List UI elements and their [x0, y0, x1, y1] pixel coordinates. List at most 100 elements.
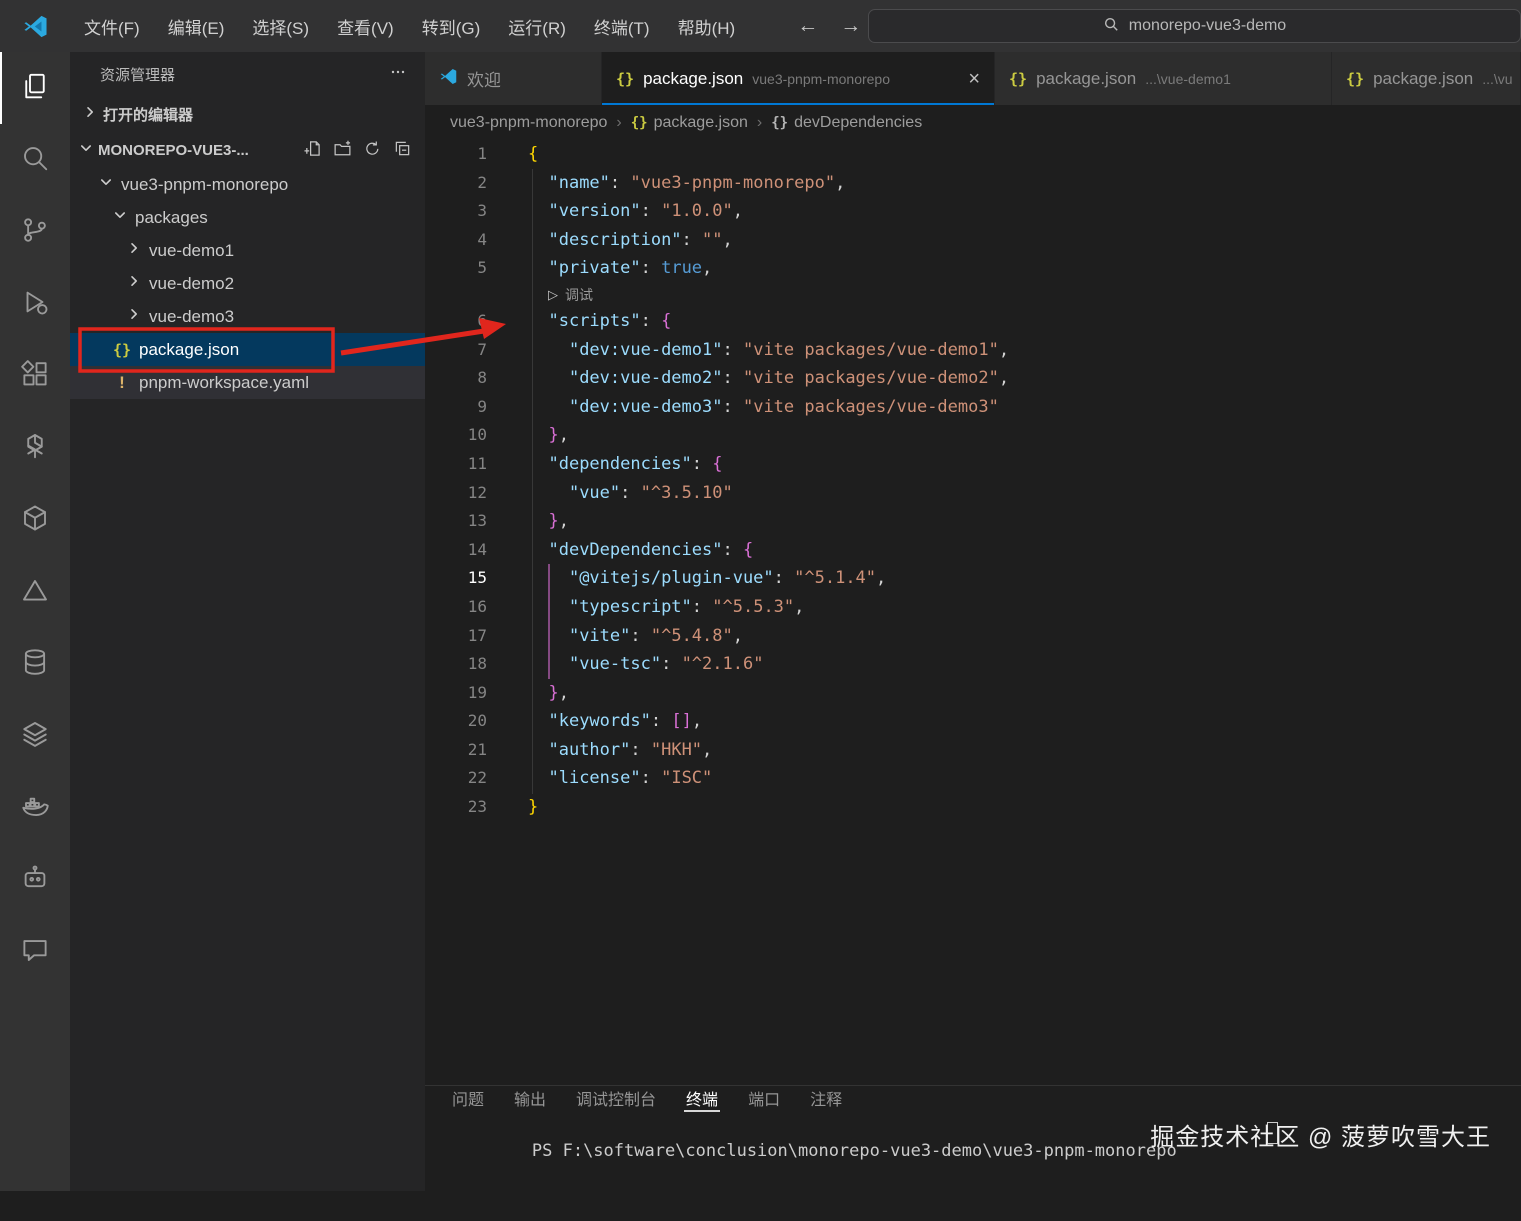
tab-package-json-vue-demo1[interactable]: {}package.json...\vue-demo1	[995, 52, 1332, 105]
forward-arrow-icon[interactable]: →	[840, 14, 861, 38]
panel-tab-ports[interactable]: 端口	[746, 1086, 782, 1112]
code-text: "vue-tsc": "^2.1.6"	[487, 650, 763, 679]
activity-package-tool[interactable]	[0, 484, 70, 556]
activity-source-control[interactable]	[0, 196, 70, 268]
code-line-1[interactable]: 1{	[425, 140, 1521, 169]
open-editors-section[interactable]: 打开的编辑器	[70, 96, 425, 132]
activity-docker[interactable]	[0, 772, 70, 844]
code-line-5[interactable]: 5 "private": true,	[425, 254, 1521, 283]
activity-ai-assistant[interactable]	[0, 844, 70, 916]
code-line-17[interactable]: 17 "vite": "^5.4.8",	[425, 622, 1521, 651]
refresh-icon[interactable]	[364, 140, 381, 161]
open-editors-label: 打开的编辑器	[103, 104, 193, 125]
tab-package-json-clipped[interactable]: {}package.json...\vu	[1332, 52, 1521, 105]
code-line-21[interactable]: 21 "author": "HKH",	[425, 736, 1521, 765]
code-line-20[interactable]: 20 "keywords": [],	[425, 707, 1521, 736]
breadcrumb-separator-icon: ›	[757, 114, 762, 132]
activity-database[interactable]	[0, 628, 70, 700]
code-line-7[interactable]: 7 "dev:vue-demo1": "vite packages/vue-de…	[425, 336, 1521, 365]
breadcrumb-separator-icon: ›	[616, 114, 621, 132]
activity-vercel[interactable]	[0, 556, 70, 628]
code-text: "devDependencies": {	[487, 536, 753, 565]
code-line-13[interactable]: 13 },	[425, 507, 1521, 536]
terminal[interactable]: PS F:\software\conclusion\monorepo-vue3-…	[425, 1112, 1521, 1221]
activity-layers[interactable]	[0, 700, 70, 772]
line-number: 14	[425, 536, 487, 565]
chevron-down-icon	[98, 174, 114, 195]
code-line-4[interactable]: 4 "description": "",	[425, 226, 1521, 255]
activity-explorer[interactable]	[0, 52, 70, 124]
code-line-19[interactable]: 19 },	[425, 679, 1521, 708]
code-editor[interactable]: 1{2 "name": "vue3-pnpm-monorepo",3 "vers…	[425, 140, 1521, 1085]
close-icon[interactable]: ×	[968, 69, 980, 89]
panel-tab-comments[interactable]: 注释	[808, 1086, 844, 1112]
activity-search[interactable]	[0, 124, 70, 196]
code-line-14[interactable]: 14 "devDependencies": {	[425, 536, 1521, 565]
more-actions-icon[interactable]	[389, 63, 407, 85]
workspace-section-header[interactable]: MONOREPO-VUE3-...	[70, 132, 425, 168]
command-center-search[interactable]: monorepo-vue3-demo	[868, 9, 1521, 43]
code-line-9[interactable]: 9 "dev:vue-demo3": "vite packages/vue-de…	[425, 393, 1521, 422]
back-arrow-icon[interactable]: ←	[797, 14, 818, 38]
code-line-18[interactable]: 18 "vue-tsc": "^2.1.6"	[425, 650, 1521, 679]
collapse-all-icon[interactable]	[394, 140, 411, 161]
code-text: "keywords": [],	[487, 707, 702, 736]
activity-feedback[interactable]	[0, 916, 70, 988]
chevron-right-icon	[82, 104, 98, 124]
tab-package-json-root[interactable]: {}package.jsonvue3-pnpm-monorepo×	[602, 52, 995, 105]
code-text: "description": "",	[487, 226, 733, 255]
code-line-2[interactable]: 2 "name": "vue3-pnpm-monorepo",	[425, 169, 1521, 198]
code-line-16[interactable]: 16 "typescript": "^5.5.3",	[425, 593, 1521, 622]
menu-terminal[interactable]: 终端(T)	[580, 8, 664, 45]
tree-item-packages[interactable]: packages	[70, 201, 425, 234]
debug-codelens[interactable]: ▷调试	[425, 283, 1521, 307]
menu-selection[interactable]: 选择(S)	[238, 8, 323, 45]
panel-tab-output[interactable]: 输出	[512, 1086, 548, 1112]
play-icon: ▷	[548, 287, 558, 303]
code-line-6[interactable]: 6 "scripts": {	[425, 307, 1521, 336]
tree-item-vue-demo3[interactable]: vue-demo3	[70, 300, 425, 333]
breadcrumb-item-vue3-pnpm-monorepo[interactable]: vue3-pnpm-monorepo	[450, 114, 607, 132]
menu-go[interactable]: 转到(G)	[408, 8, 495, 45]
menu-file[interactable]: 文件(F)	[70, 8, 154, 45]
menu-edit[interactable]: 编辑(E)	[154, 8, 239, 45]
activity-chatgpt[interactable]	[0, 412, 70, 484]
breadcrumb-label: package.json	[654, 114, 748, 132]
line-number: 3	[425, 197, 487, 226]
activity-run-debug[interactable]	[0, 268, 70, 340]
vscode-logo-icon	[0, 13, 70, 40]
tree-item-vue-demo1[interactable]: vue-demo1	[70, 234, 425, 267]
code-line-8[interactable]: 8 "dev:vue-demo2": "vite packages/vue-de…	[425, 364, 1521, 393]
tree-item-vue3-pnpm-monorepo[interactable]: vue3-pnpm-monorepo	[70, 168, 425, 201]
code-text: "version": "1.0.0",	[487, 197, 743, 226]
panel-tab-terminal[interactable]: 终端	[684, 1086, 720, 1112]
new-folder-icon[interactable]	[334, 140, 351, 161]
code-line-15[interactable]: 15 "@vitejs/plugin-vue": "^5.1.4",	[425, 564, 1521, 593]
breadcrumb-item-package.json[interactable]: {}package.json	[631, 114, 748, 132]
tree-item-label: vue3-pnpm-monorepo	[121, 175, 288, 195]
code-line-3[interactable]: 3 "version": "1.0.0",	[425, 197, 1521, 226]
code-text: },	[487, 507, 569, 536]
code-line-23[interactable]: 23}	[425, 793, 1521, 822]
tab-welcome[interactable]: 欢迎	[425, 52, 602, 105]
panel-tab-debug-console[interactable]: 调试控制台	[574, 1086, 658, 1112]
code-line-22[interactable]: 22 "license": "ISC"	[425, 764, 1521, 793]
new-file-icon[interactable]	[304, 140, 321, 161]
code-line-10[interactable]: 10 },	[425, 421, 1521, 450]
files-icon	[20, 71, 50, 106]
code-text: },	[487, 421, 569, 450]
breadcrumb-item-devDependencies[interactable]: {}devDependencies	[771, 114, 922, 132]
activity-extensions[interactable]	[0, 340, 70, 412]
line-number: 17	[425, 622, 487, 651]
tree-item-package.json[interactable]: {}package.json	[70, 333, 425, 366]
chatgpt-icon	[20, 431, 50, 466]
menu-help[interactable]: 帮助(H)	[664, 8, 750, 45]
tree-item-vue-demo2[interactable]: vue-demo2	[70, 267, 425, 300]
watermark-text: 掘金技术社区 @ 菠萝吹雪大王	[1150, 1117, 1491, 1152]
tree-item-pnpm-workspace.yaml[interactable]: !pnpm-workspace.yaml	[70, 366, 425, 399]
menu-run[interactable]: 运行(R)	[494, 8, 580, 45]
code-line-11[interactable]: 11 "dependencies": {	[425, 450, 1521, 479]
code-line-12[interactable]: 12 "vue": "^3.5.10"	[425, 479, 1521, 508]
menu-view[interactable]: 查看(V)	[323, 8, 408, 45]
panel-tab-problems[interactable]: 问题	[450, 1086, 486, 1112]
